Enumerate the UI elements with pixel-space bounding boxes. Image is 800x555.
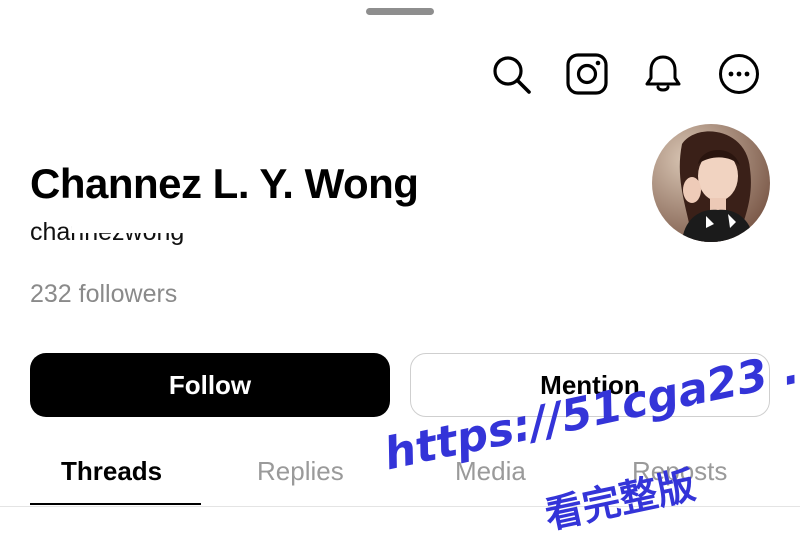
active-tab-indicator: [30, 503, 201, 505]
notifications-button[interactable]: [642, 53, 684, 95]
profile-name: Channez L. Y. Wong: [30, 160, 419, 207]
bell-icon: [645, 55, 681, 92]
more-options-button[interactable]: [718, 53, 760, 95]
tab-replies[interactable]: Replies: [257, 456, 344, 487]
avatar-photo: [652, 124, 770, 242]
sheet-grabber-handle[interactable]: [366, 8, 434, 15]
mention-button[interactable]: Mention: [410, 353, 770, 417]
avatar[interactable]: [652, 124, 770, 242]
follow-button[interactable]: Follow: [30, 353, 390, 417]
tab-media[interactable]: Media: [455, 456, 526, 487]
tab-threads[interactable]: Threads: [61, 456, 162, 487]
followers-count[interactable]: 232 followers: [30, 280, 177, 309]
tab-reposts[interactable]: Reposts: [632, 456, 727, 487]
more-options-icon: [719, 54, 759, 94]
profile-tabs: Threads Replies Media Reposts: [0, 440, 800, 507]
profile-sheet: Channez L. Y. Wong channezwong 232 follo…: [0, 0, 800, 555]
search-icon: [493, 56, 531, 94]
profile-toolbar: [490, 53, 760, 95]
search-button[interactable]: [490, 53, 532, 95]
instagram-icon: [566, 53, 608, 95]
instagram-button[interactable]: [566, 53, 608, 95]
handle-redaction: [72, 216, 184, 233]
